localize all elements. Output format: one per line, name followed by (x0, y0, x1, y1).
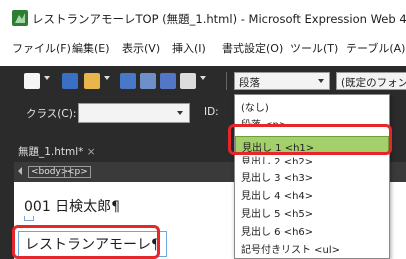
preview-in-browser-icon[interactable] (180, 73, 196, 89)
callout-highlight-paragraph (12, 225, 160, 259)
dropdown-option-h6[interactable]: 見出し 6 <h6> (235, 221, 389, 238)
window-title: レストランアモーレTOP (無題_1.html) - Microsoft Exp… (32, 12, 406, 26)
open-folder-icon[interactable] (84, 73, 100, 89)
menu-bar: ファイル(F) 編集(E) 表示(V) 挿入(I) 書式設定(O) ツール(T)… (0, 34, 406, 62)
menu-table[interactable]: テーブル(A) (346, 40, 405, 56)
paragraph-marker-icon (24, 216, 34, 221)
dropdown-option-none[interactable]: (なし) (235, 97, 389, 114)
publish-icon[interactable] (140, 73, 156, 89)
dropdown-option-h5[interactable]: 見出し 5 <h5> (235, 203, 389, 220)
tab-document[interactable]: 無題_1.html* × (14, 140, 108, 162)
class-label: クラス(C): (26, 108, 77, 120)
style-dropdown-list: (なし) 段落 <p> 見出し 1 <h1> 見出し 2 <h2> 見出し 3 … (234, 94, 390, 259)
callout-highlight-h1-option (228, 124, 392, 155)
new-dropdown-arrow-icon[interactable] (44, 76, 50, 80)
open-site-icon[interactable] (62, 73, 78, 89)
save-icon[interactable] (120, 73, 136, 89)
menu-view[interactable]: 表示(V) (122, 40, 160, 56)
style-select[interactable]: 段落 (234, 72, 330, 90)
chevron-down-icon (177, 111, 183, 115)
menu-tools[interactable]: ツール(T) (290, 40, 338, 56)
expression-web-app-icon[interactable] (12, 10, 28, 26)
class-select[interactable] (78, 103, 190, 123)
menu-format[interactable]: 書式設定(O) (222, 40, 283, 56)
font-select[interactable]: (既定のフォン (336, 72, 406, 90)
menu-file[interactable]: ファイル(F) (12, 40, 71, 56)
tab-label: 無題_1.html* (18, 146, 84, 158)
dropdown-option-ul[interactable]: 記号付きリスト <ul> (235, 239, 389, 256)
id-label: ID: (204, 106, 219, 118)
toolbar-separator (226, 72, 227, 90)
superpreview-icon[interactable] (160, 73, 176, 89)
standard-toolbar: 段落 (既定のフォン (0, 66, 406, 96)
menu-edit[interactable]: 編集(E) (72, 40, 110, 56)
menu-insert[interactable]: 挿入(I) (172, 40, 206, 56)
title-bar: レストランアモーレTOP (無題_1.html) - Microsoft Exp… (0, 0, 406, 32)
chevron-left-icon[interactable] (18, 167, 22, 175)
preview-dropdown-arrow-icon[interactable] (200, 76, 206, 80)
dropdown-option-h4[interactable]: 見出し 4 <h4> (235, 185, 389, 202)
open-dropdown-arrow-icon[interactable] (104, 76, 110, 80)
chevron-down-icon (318, 79, 324, 83)
style-select-value: 段落 (239, 77, 260, 89)
dropdown-option-h3[interactable]: 見出し 3 <h3> (235, 167, 389, 184)
new-page-icon[interactable] (24, 73, 40, 89)
close-icon[interactable]: × (87, 146, 96, 158)
font-select-value: (既定のフォン (341, 77, 406, 89)
tag-chip-p[interactable]: <p> (64, 166, 91, 178)
paragraph-text[interactable]: 001 日検太郎¶ (24, 196, 120, 216)
